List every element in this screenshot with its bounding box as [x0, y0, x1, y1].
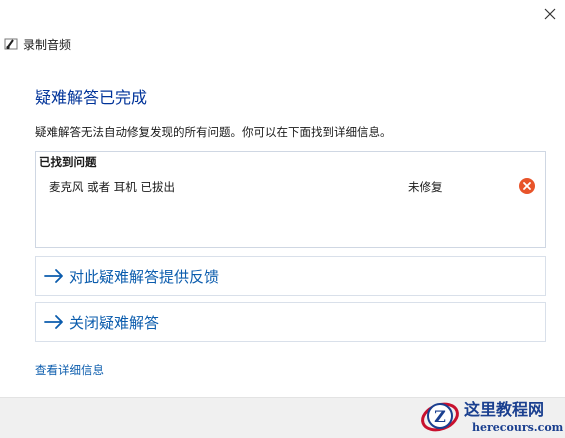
issue-row: 麦克风 或者 耳机 已拔出 未修复: [36, 176, 545, 198]
close-troubleshooter-link-label: 关闭疑难解答: [69, 313, 160, 332]
close-icon: [544, 8, 556, 20]
arrow-right-icon: [44, 269, 63, 283]
close-troubleshooter-link[interactable]: 关闭疑难解答: [35, 302, 546, 342]
page-description: 疑难解答无法自动修复发现的所有问题。你可以在下面找到详细信息。: [35, 125, 392, 139]
issue-name: 麦克风 或者 耳机 已拔出: [49, 180, 175, 194]
view-details-link[interactable]: 查看详细信息: [35, 362, 104, 378]
issues-list-header: 已找到问题: [39, 155, 97, 169]
issue-status: 未修复: [408, 180, 443, 194]
close-button[interactable]: [537, 2, 563, 26]
site-watermark: Z 这里教程网 herecours.com: [421, 400, 564, 434]
arrow-right-icon: [44, 315, 63, 329]
watermark-logo-glyph: Z: [434, 407, 446, 426]
page-title: 疑难解答已完成: [35, 88, 148, 107]
window-title: 录制音频: [23, 37, 72, 52]
error-icon: [519, 178, 535, 194]
window-title-bar: 录制音频: [4, 35, 71, 53]
feedback-link[interactable]: 对此疑难解答提供反馈: [35, 256, 546, 296]
feedback-link-label: 对此疑难解答提供反馈: [69, 267, 220, 286]
issues-list: 已找到问题 麦克风 或者 耳机 已拔出 未修复: [35, 151, 546, 248]
watermark-text: 这里教程网: [464, 400, 544, 419]
audio-troubleshooter-icon: [4, 38, 18, 50]
watermark-url: herecours.com: [472, 421, 564, 434]
